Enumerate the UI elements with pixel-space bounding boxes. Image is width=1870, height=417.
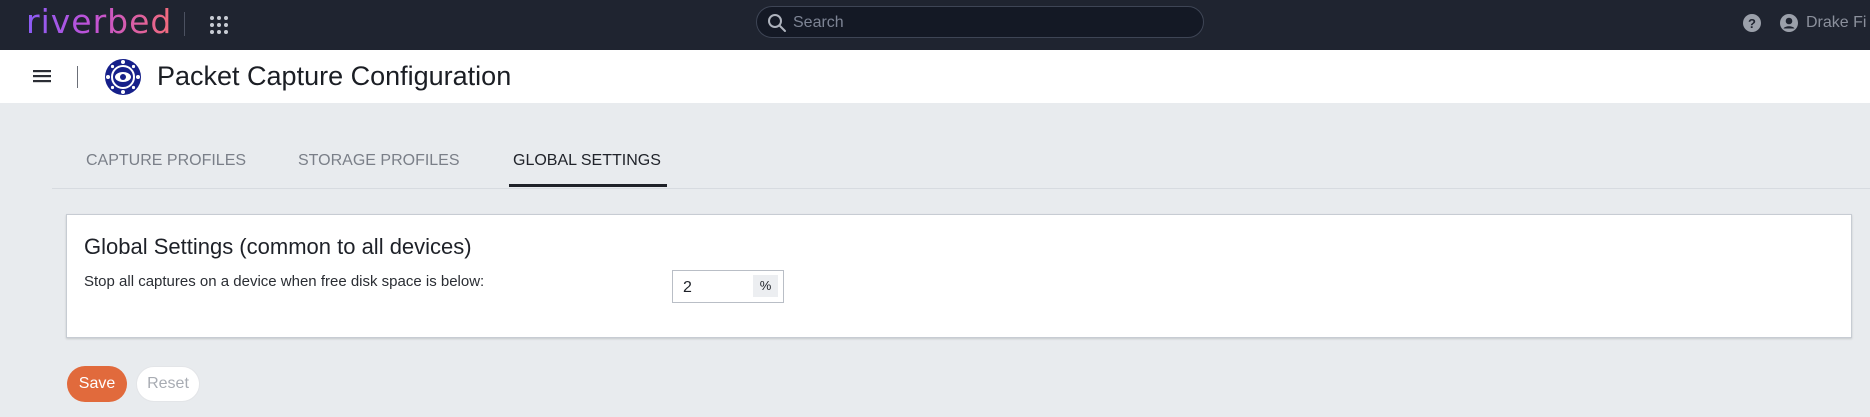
search-box[interactable]: [756, 6, 1204, 38]
tab-storage-profiles[interactable]: STORAGE PROFILES: [298, 152, 460, 170]
user-icon: [1780, 14, 1798, 32]
disk-threshold-input[interactable]: [681, 277, 755, 299]
svg-text:?: ?: [1748, 16, 1756, 31]
reset-button[interactable]: Reset: [136, 366, 200, 402]
riverbed-logo[interactable]: riverbed: [26, 2, 172, 42]
active-tab-indicator: [509, 184, 667, 187]
header-divider: [77, 66, 78, 88]
menu-icon[interactable]: [31, 67, 53, 85]
percent-unit: %: [753, 275, 778, 297]
disk-threshold-label: Stop all captures on a device when free …: [84, 273, 485, 290]
tab-global-settings[interactable]: GLOBAL SETTINGS: [513, 152, 661, 170]
apps-grid-icon[interactable]: [208, 14, 230, 36]
search-input[interactable]: [791, 11, 1185, 35]
search-icon: [768, 14, 786, 32]
help-icon[interactable]: ?: [1742, 13, 1762, 33]
tab-bar: CAPTURE PROFILES STORAGE PROFILES GLOBAL…: [52, 140, 1870, 189]
disk-threshold-field[interactable]: %: [672, 270, 784, 303]
user-name: Drake Fi: [1806, 14, 1867, 31]
page-title: Packet Capture Configuration: [157, 61, 512, 91]
top-divider: [184, 12, 185, 36]
save-button[interactable]: Save: [67, 366, 127, 402]
app-logo-icon: [105, 59, 141, 95]
card-title: Global Settings (common to all devices): [84, 234, 472, 259]
user-menu[interactable]: Drake Fi: [1779, 11, 1866, 35]
tab-capture-profiles[interactable]: CAPTURE PROFILES: [86, 152, 246, 170]
